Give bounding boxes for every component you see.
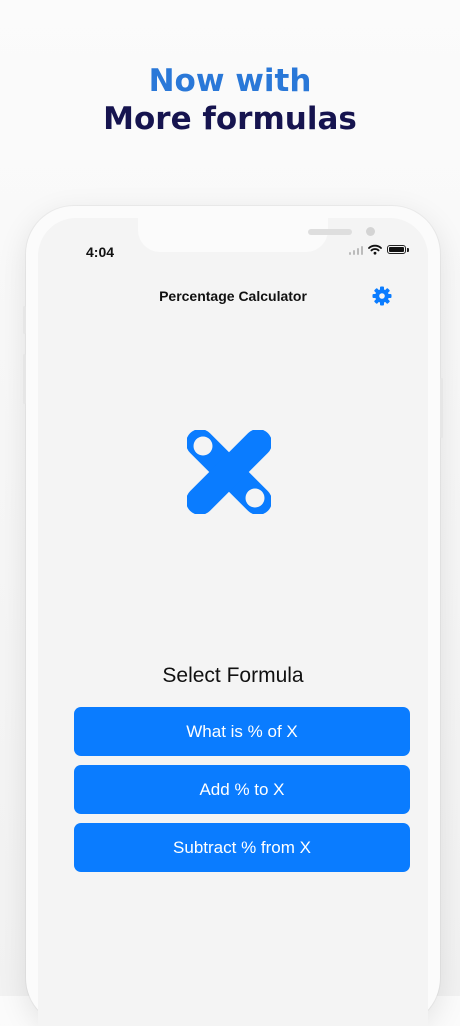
formula-button-subtract-percent-from-x[interactable]: Subtract % from X [74, 823, 410, 872]
formula-button-what-is-percent-of-x[interactable]: What is % of X [74, 707, 410, 756]
notch [138, 218, 375, 252]
battery-icon [387, 245, 409, 254]
formula-button-label: Add % to X [199, 779, 285, 799]
phone-side-button-left [23, 354, 26, 404]
select-formula-heading: Select Formula [162, 664, 304, 687]
app-logo-icon [187, 430, 271, 514]
phone-side-button-right [440, 378, 443, 438]
gear-icon[interactable] [372, 286, 392, 306]
headline-line-1: Now with [148, 63, 312, 99]
formula-button-label: Subtract % from X [173, 837, 311, 857]
phone-side-button-left [23, 306, 26, 334]
promo-headline: Now with More formulas [0, 62, 460, 138]
cellular-signal-icon [348, 245, 363, 255]
status-icons [348, 244, 409, 255]
headline-line-2: More formulas [103, 101, 357, 137]
status-time: 4:04 [86, 244, 115, 260]
formula-button-add-percent-to-x[interactable]: Add % to X [74, 765, 410, 814]
page-title: Percentage Calculator [159, 288, 307, 304]
speaker-grille [308, 229, 352, 235]
phone-frame: 4:04 Percentage Calculator Select Formul… [23, 206, 443, 1026]
wifi-icon [368, 244, 382, 255]
formula-button-label: What is % of X [186, 721, 298, 741]
front-camera [366, 227, 375, 236]
phone-screen: 4:04 Percentage Calculator Select Formul… [38, 218, 428, 1026]
